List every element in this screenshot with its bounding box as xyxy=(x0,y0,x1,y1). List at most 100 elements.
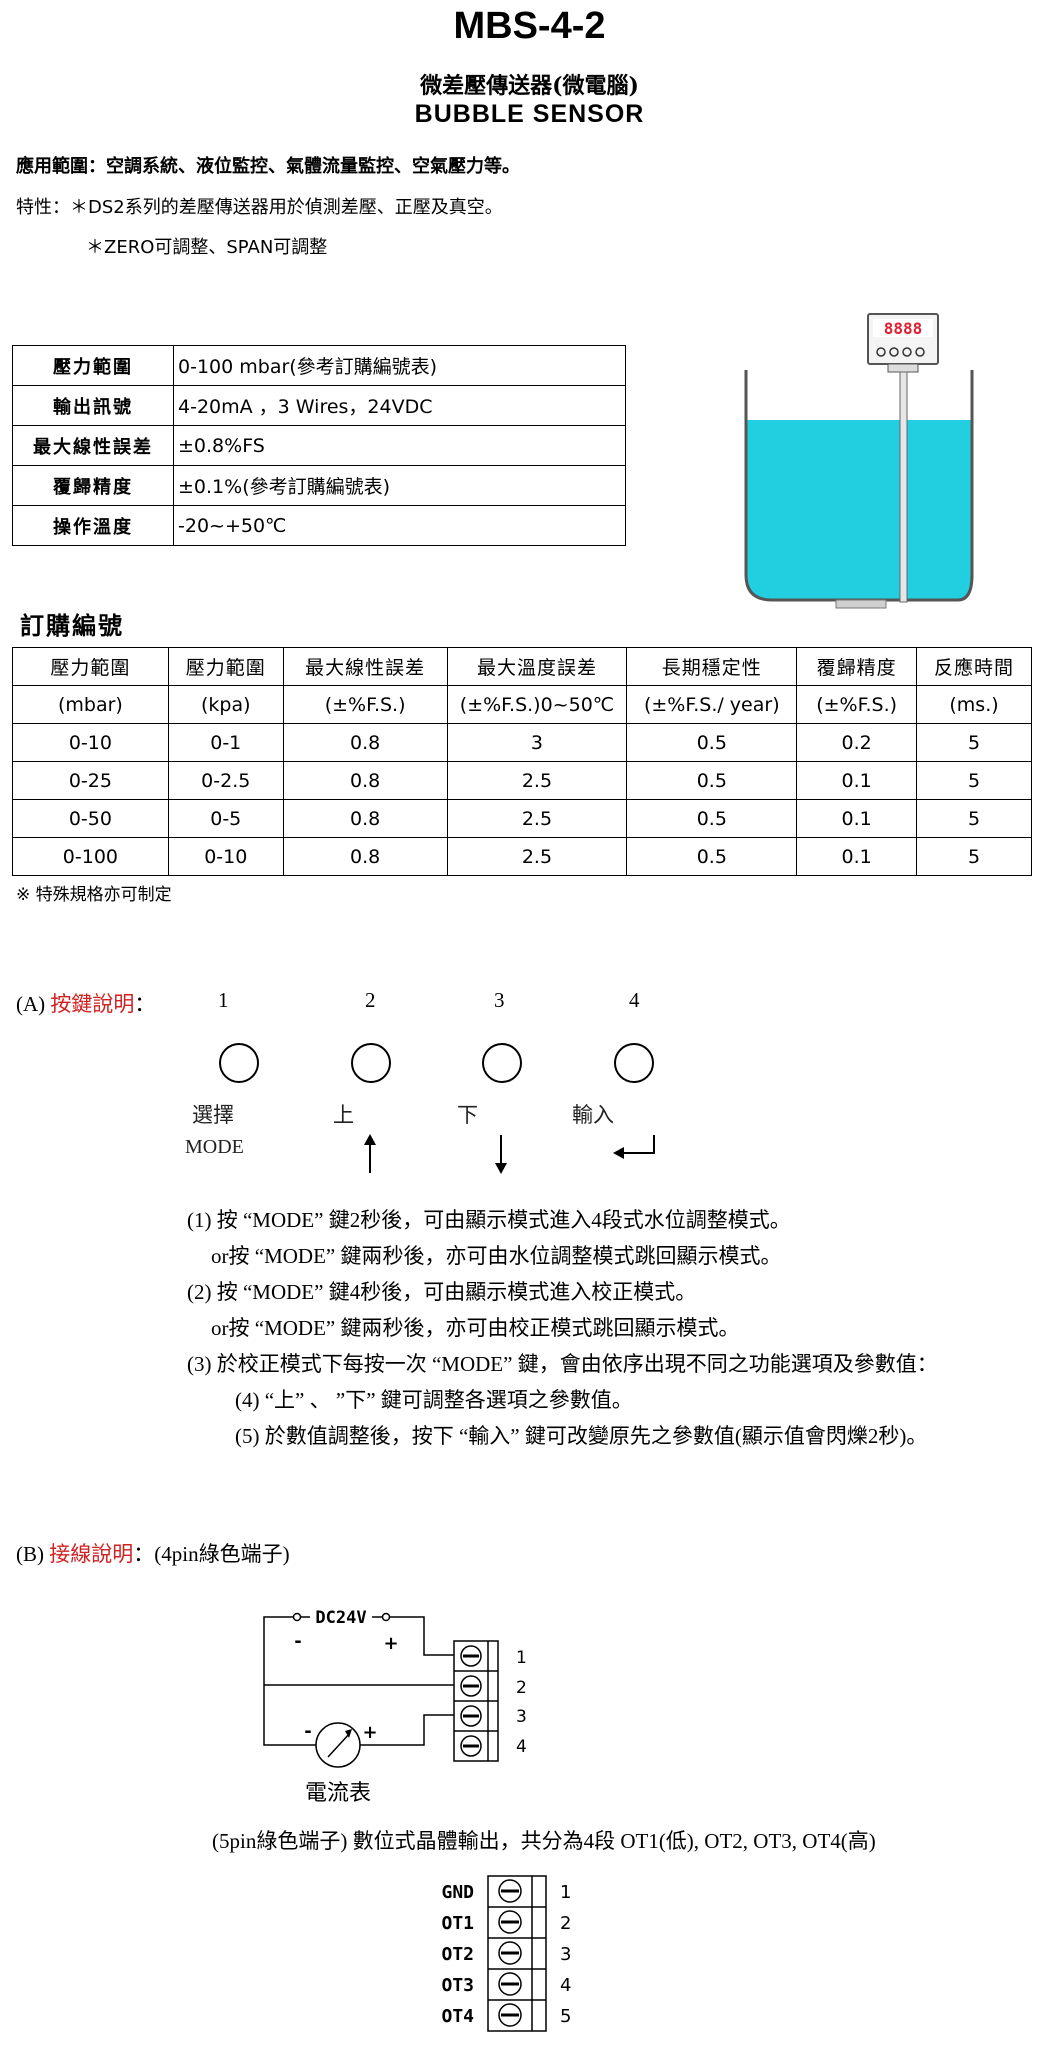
section-b-heading: (B) 接線說明：(4pin綠色端子) xyxy=(16,1542,290,1566)
device-display: 8888 xyxy=(884,319,923,338)
table-cell: 2.5 xyxy=(446,837,628,876)
instruction-1: (1) 按 “MODE” 鍵2秒後，可由顯示模式進入4段式水位調整模式。 xyxy=(187,1208,791,1232)
table-cell: 5 xyxy=(916,723,1032,762)
section-b-title: 接線說明 xyxy=(49,1542,134,1566)
spec-value: 0-100 mbar(參考訂購編號表) xyxy=(173,345,626,386)
table-cell: (ms.) xyxy=(916,685,1032,724)
feature-text-2: ＊ZERO可調整、SPAN可調整 xyxy=(86,237,328,258)
table-cell: 0-10 xyxy=(167,837,284,876)
up-key-button[interactable] xyxy=(351,1043,391,1083)
table-cell: 0.8 xyxy=(282,723,448,762)
table-cell: 0-10 xyxy=(12,723,169,762)
table-cell: (kpa) xyxy=(167,685,284,724)
enter-key-button[interactable] xyxy=(614,1043,654,1083)
svg-text:3: 3 xyxy=(516,1707,527,1727)
svg-text:5: 5 xyxy=(560,2006,571,2027)
spec-key: 覆歸精度 xyxy=(12,465,174,506)
table-cell: 0.8 xyxy=(282,761,448,800)
svg-text:4: 4 xyxy=(560,1975,571,1996)
page-title: MBS-4-2 xyxy=(453,5,606,47)
spec-row: 壓力範圍 0-100 mbar(參考訂購編號表) xyxy=(12,345,626,386)
wiring-diagram: DC24V - + - + 電流表 1 2 3 4 xyxy=(263,1608,527,1806)
water xyxy=(746,420,972,600)
table-cell: 0-2.5 xyxy=(167,761,284,800)
terminal-block-4pin xyxy=(453,1640,499,1762)
key-label-mode: 選擇 xyxy=(192,1103,234,1127)
table-cell: 0-100 xyxy=(12,837,169,876)
table-cell: (±%F.S.) xyxy=(282,685,448,724)
key-label-up: 上 xyxy=(333,1103,354,1127)
table-cell: 2.5 xyxy=(446,761,628,800)
down-key-button[interactable] xyxy=(482,1043,522,1083)
table-cell: 壓力範圍 xyxy=(167,647,284,686)
key-number-2: 2 xyxy=(365,988,376,1012)
spec-row: 覆歸精度 ±0.1%(參考訂購編號表) xyxy=(12,465,626,506)
spec-value: ±0.1%(參考訂購編號表) xyxy=(173,465,626,506)
key-number-4: 4 xyxy=(629,988,640,1012)
table-cell: 2.5 xyxy=(446,799,628,838)
table-cell: 0-1 xyxy=(167,723,284,762)
table-cell: 0.5 xyxy=(626,761,798,800)
svg-text:+: + xyxy=(362,1722,377,1743)
mode-key-button[interactable] xyxy=(219,1043,259,1083)
terminal-block-5pin xyxy=(487,1875,547,2032)
key-label-down: 下 xyxy=(457,1103,478,1127)
table-cell: 0.1 xyxy=(796,799,918,838)
instruction-4: (4) “上” 、 ”下” 鍵可調整各選項之參數值。 xyxy=(235,1388,633,1412)
output-label-gnd: GND xyxy=(441,1882,474,1903)
svg-text:2: 2 xyxy=(560,1913,571,1934)
tank-outlet xyxy=(835,599,887,609)
table-cell: 0.8 xyxy=(282,799,448,838)
table-cell: 最大線性誤差 xyxy=(282,647,448,686)
feature-text-1: 特性：＊DS2系列的差壓傳送器用於偵測差壓、正壓及真空。 xyxy=(16,197,503,218)
table-cell: (±%F.S.) xyxy=(796,685,918,724)
output-label-ot1: OT1 xyxy=(441,1913,474,1934)
table-cell: 覆歸精度 xyxy=(796,647,918,686)
arrow-down-icon xyxy=(495,1135,507,1174)
table-cell: (±%F.S.)0~50℃ xyxy=(446,685,628,724)
sensor-probe xyxy=(899,371,908,603)
table-cell: 0-25 xyxy=(12,761,169,800)
table-row: 0-50 0-5 0.8 2.5 0.5 0.1 5 xyxy=(12,799,1032,838)
page-subtitle: 微差壓傳送器(微電腦) xyxy=(420,73,639,99)
table-row: 0-25 0-2.5 0.8 2.5 0.5 0.1 5 xyxy=(12,761,1032,800)
section-a-heading: (A) 按鍵說明： xyxy=(16,992,156,1016)
table-row: 0-100 0-10 0.8 2.5 0.5 0.1 5 xyxy=(12,837,1032,876)
table-row: 0-10 0-1 0.8 3 0.5 0.2 5 xyxy=(12,723,1032,762)
table-cell: 0.5 xyxy=(626,837,798,876)
enter-arrow-icon xyxy=(613,1135,655,1159)
spec-row: 最大線性誤差 ±0.8%FS xyxy=(12,425,626,466)
spec-key: 最大線性誤差 xyxy=(12,425,174,466)
key-label-enter: 輸入 xyxy=(572,1103,614,1127)
output-label-ot2: OT2 xyxy=(441,1944,474,1965)
order-table: 壓力範圍 壓力範圍 最大線性誤差 最大溫度誤差 長期穩定性 覆歸精度 反應時間 (mbar)(… xyxy=(12,647,1032,876)
spec-row: 輸出訊號 4-20mA ，3 Wires，24VDC xyxy=(12,385,626,426)
instruction-1b: or按 “MODE” 鍵兩秒後，亦可由水位調整模式跳回顯示模式。 xyxy=(211,1244,782,1268)
spec-value: -20~+50℃ xyxy=(173,505,626,546)
sensor-device: 8888 xyxy=(867,313,939,373)
table-cell: (±%F.S./ year) xyxy=(626,685,798,724)
svg-text:+: + xyxy=(383,1633,398,1654)
output-note: (5pin綠色端子) 數位式晶體輸出，共分為4段 OT1(低), OT2, OT… xyxy=(212,1829,876,1853)
spec-key: 壓力範圍 xyxy=(12,345,174,386)
ammeter-icon xyxy=(315,1722,361,1768)
instruction-2b: or按 “MODE” 鍵兩秒後，亦可由校正模式跳回顯示模式。 xyxy=(211,1316,740,1340)
svg-text:1: 1 xyxy=(516,1648,527,1668)
svg-text:3: 3 xyxy=(560,1944,571,1965)
table-cell: 0.5 xyxy=(626,799,798,838)
instruction-2: (2) 按 “MODE” 鍵4秒後，可由顯示模式進入校正模式。 xyxy=(187,1280,697,1304)
table-header-row: 壓力範圍 壓力範圍 最大線性誤差 最大溫度誤差 長期穩定性 覆歸精度 反應時間 xyxy=(12,647,1032,686)
table-cell: 長期穩定性 xyxy=(626,647,798,686)
spec-key: 輸出訊號 xyxy=(12,385,174,426)
table-cell: 0.8 xyxy=(282,837,448,876)
table-cell: 最大溫度誤差 xyxy=(446,647,628,686)
application-text: 應用範圍：空調系統、液位監控、氣體流量監控、空氣壓力等。 xyxy=(16,156,520,177)
table-cell: 3 xyxy=(446,723,628,762)
spec-value: ±0.8%FS xyxy=(173,425,626,466)
table-cell: 反應時間 xyxy=(916,647,1032,686)
table-cell: 0.5 xyxy=(626,723,798,762)
section-a-title: 按鍵說明 xyxy=(50,992,135,1016)
svg-text:-: - xyxy=(294,1631,301,1652)
table-cell: 0-50 xyxy=(12,799,169,838)
order-title: 訂購編號 xyxy=(20,611,124,640)
